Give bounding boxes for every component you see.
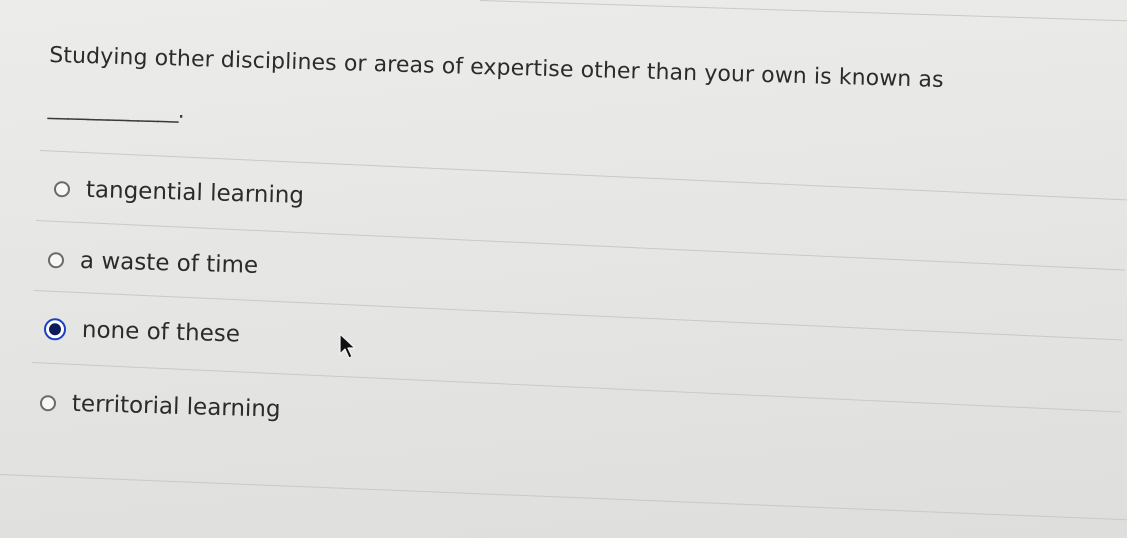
option-label: none of these [81,317,241,348]
top-divider [479,0,1127,22]
arrow-cursor-icon [339,333,356,359]
divider [0,474,1127,521]
option-label: a waste of time [79,247,259,279]
option-label: tangential learning [85,176,305,209]
radio-button[interactable] [47,252,65,269]
option-tangential-learning[interactable]: tangential learning [53,176,305,209]
answer-blank: _____________. [47,94,185,124]
radio-button[interactable] [39,395,57,412]
radio-button[interactable] [53,181,71,198]
option-none-of-these[interactable]: none of these [43,316,241,348]
option-label: territorial learning [71,390,281,423]
option-waste-of-time[interactable]: a waste of time [47,247,259,279]
radio-button-selected[interactable] [43,318,67,341]
option-territorial-learning[interactable]: territorial learning [39,390,281,423]
question-text: Studying other disciplines or areas of e… [47,30,1119,164]
